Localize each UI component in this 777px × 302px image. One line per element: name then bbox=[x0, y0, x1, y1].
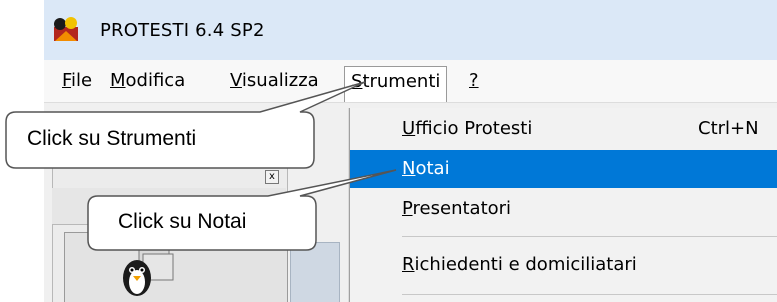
callout-notai-text: Click su Notai bbox=[118, 210, 247, 233]
strumenti-dropdown: Ufficio Protesti Ctrl+N Notai Presentato… bbox=[349, 108, 777, 302]
menu-bar: File Modifica Visualizza Strumenti ? bbox=[44, 60, 777, 103]
menu-file[interactable]: File bbox=[57, 66, 97, 96]
close-icon[interactable]: x bbox=[265, 170, 279, 184]
menu-item-notai[interactable]: Notai bbox=[350, 150, 777, 188]
menu-item-presentatori[interactable]: Presentatori bbox=[350, 190, 777, 228]
menu-modifica[interactable]: Modifica bbox=[105, 66, 190, 96]
menu-item-ufficio-protesti[interactable]: Ufficio Protesti Ctrl+N bbox=[350, 110, 777, 148]
menu-help[interactable]: ? bbox=[464, 66, 484, 96]
app-window: PROTESTI 6.4 SP2 File Modifica Visualizz… bbox=[44, 0, 777, 302]
callout-strumenti-text: Click su Strumenti bbox=[27, 127, 197, 150]
title-bar: PROTESTI 6.4 SP2 bbox=[44, 0, 777, 60]
menu-separator bbox=[402, 294, 777, 295]
app-icon bbox=[54, 17, 78, 41]
printer-icon[interactable] bbox=[280, 122, 310, 148]
menu-item-richiedenti[interactable]: Richiedenti e domiciliatari bbox=[350, 246, 777, 284]
menu-separator bbox=[402, 236, 777, 237]
shortcut-label: Ctrl+N bbox=[698, 118, 759, 139]
menu-visualizza[interactable]: Visualizza bbox=[225, 66, 324, 96]
background-panel bbox=[290, 242, 340, 302]
penguin-icon bbox=[123, 249, 174, 296]
window-title: PROTESTI 6.4 SP2 bbox=[100, 20, 265, 41]
panel-tile[interactable] bbox=[64, 232, 288, 302]
menu-strumenti[interactable]: Strumenti bbox=[344, 66, 448, 102]
